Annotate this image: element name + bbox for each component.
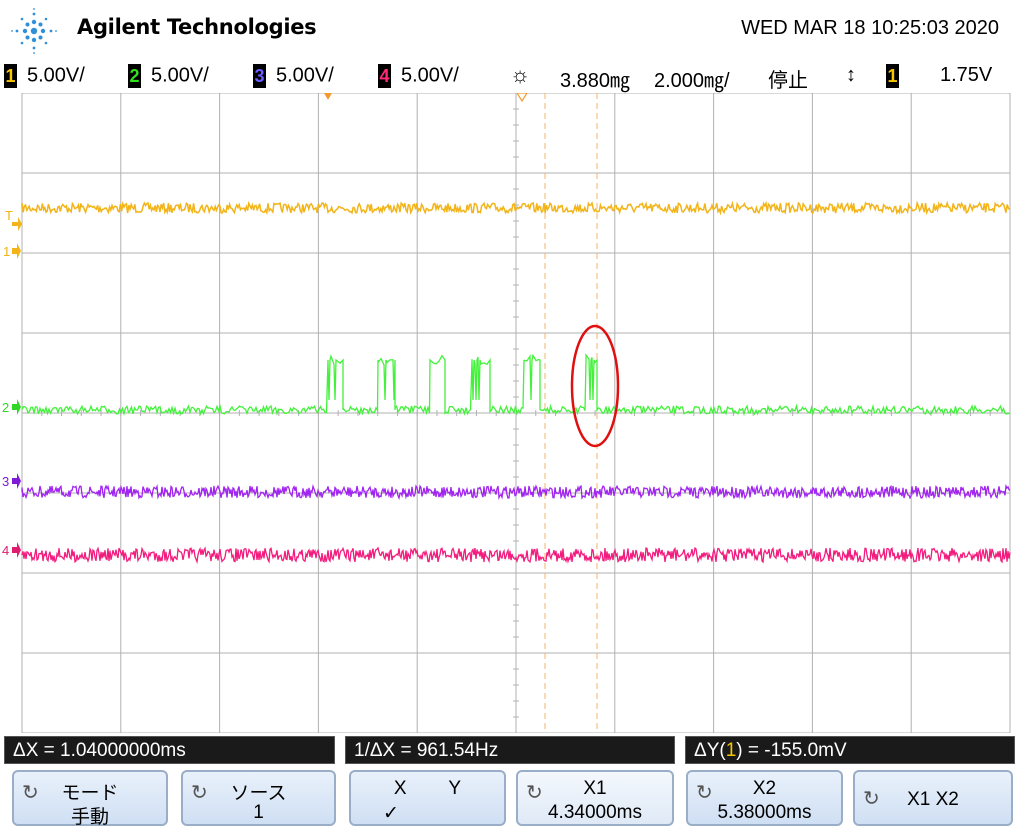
agilent-logo-icon <box>11 8 57 54</box>
channel-1-ground-marker: 1 <box>3 243 21 259</box>
status-bar: 1 5.00V/ 2 5.00V/ 3 5.00V/ 4 5.00V/ ☼ 3.880㎎… <box>0 62 1024 92</box>
softkey-x1[interactable]: ↻ X1 4.34000ms <box>516 770 674 826</box>
softkey-source[interactable]: ↻ ソース 1 <box>181 770 336 826</box>
brand-name: Agilent Technologies <box>77 15 317 39</box>
softkey-x2[interactable]: ↻ X2 5.38000ms <box>686 770 843 826</box>
channel-1-scale[interactable]: 1 5.00V/ <box>4 64 85 88</box>
waveform-display[interactable]: T 1 2 3 4 <box>0 92 1024 734</box>
channel-3-scale[interactable]: 3 5.00V/ <box>253 64 334 88</box>
softkey-x-y[interactable]: X Y ✓ <box>349 770 506 826</box>
channel-2-scale[interactable]: 2 5.00V/ <box>128 64 209 88</box>
svg-text:1: 1 <box>3 244 10 259</box>
delta-y-readout: ΔY(1) = -155.0mV <box>685 736 1015 764</box>
trigger-edge-icon: ↕ <box>846 64 856 86</box>
softkey-mode[interactable]: ↻ モード 手動 <box>12 770 168 828</box>
time-scale[interactable]: 2.000㎎/ <box>654 64 730 93</box>
trigger-source[interactable]: 1 <box>886 64 909 88</box>
datetime: WED MAR 18 10:25:03 2020 <box>741 17 999 39</box>
time-offset[interactable]: 3.880㎎ <box>560 64 630 93</box>
trigger-level[interactable]: 1.75V <box>940 64 992 87</box>
channel-4-ground-marker: 4 <box>2 542 21 558</box>
trigger-level-marker: T <box>5 208 22 231</box>
checkmark-icon: ✓ <box>383 803 399 824</box>
delta-x-readout: ΔX = 1.04000000ms <box>4 736 335 764</box>
channel-4-scale[interactable]: 4 5.00V/ <box>378 64 459 88</box>
svg-text:3: 3 <box>2 474 9 489</box>
svg-text:4: 4 <box>2 543 9 558</box>
inverse-delta-x-readout: 1/ΔX = 961.54Hz <box>345 736 675 764</box>
channel-3-ground-marker: 3 <box>2 473 21 489</box>
channel-2-ground-marker: 2 <box>2 399 21 415</box>
run-state: 停止 <box>768 70 808 92</box>
svg-text:T: T <box>5 208 13 223</box>
softkey-x1-x2[interactable]: ↻ X1 X2 <box>853 770 1013 826</box>
waveform-graticule: T 1 2 3 4 <box>2 92 1011 734</box>
horizontal-position-icon: ☼ <box>510 62 531 87</box>
header: Agilent Technologies WED MAR 18 10:25:03… <box>0 0 1024 60</box>
svg-text:2: 2 <box>2 400 9 415</box>
softkey-bar: ↻ モード 手動 ↻ ソース 1 X Y ✓ ↻ X1 4.34000ms ↻ … <box>0 766 1024 829</box>
